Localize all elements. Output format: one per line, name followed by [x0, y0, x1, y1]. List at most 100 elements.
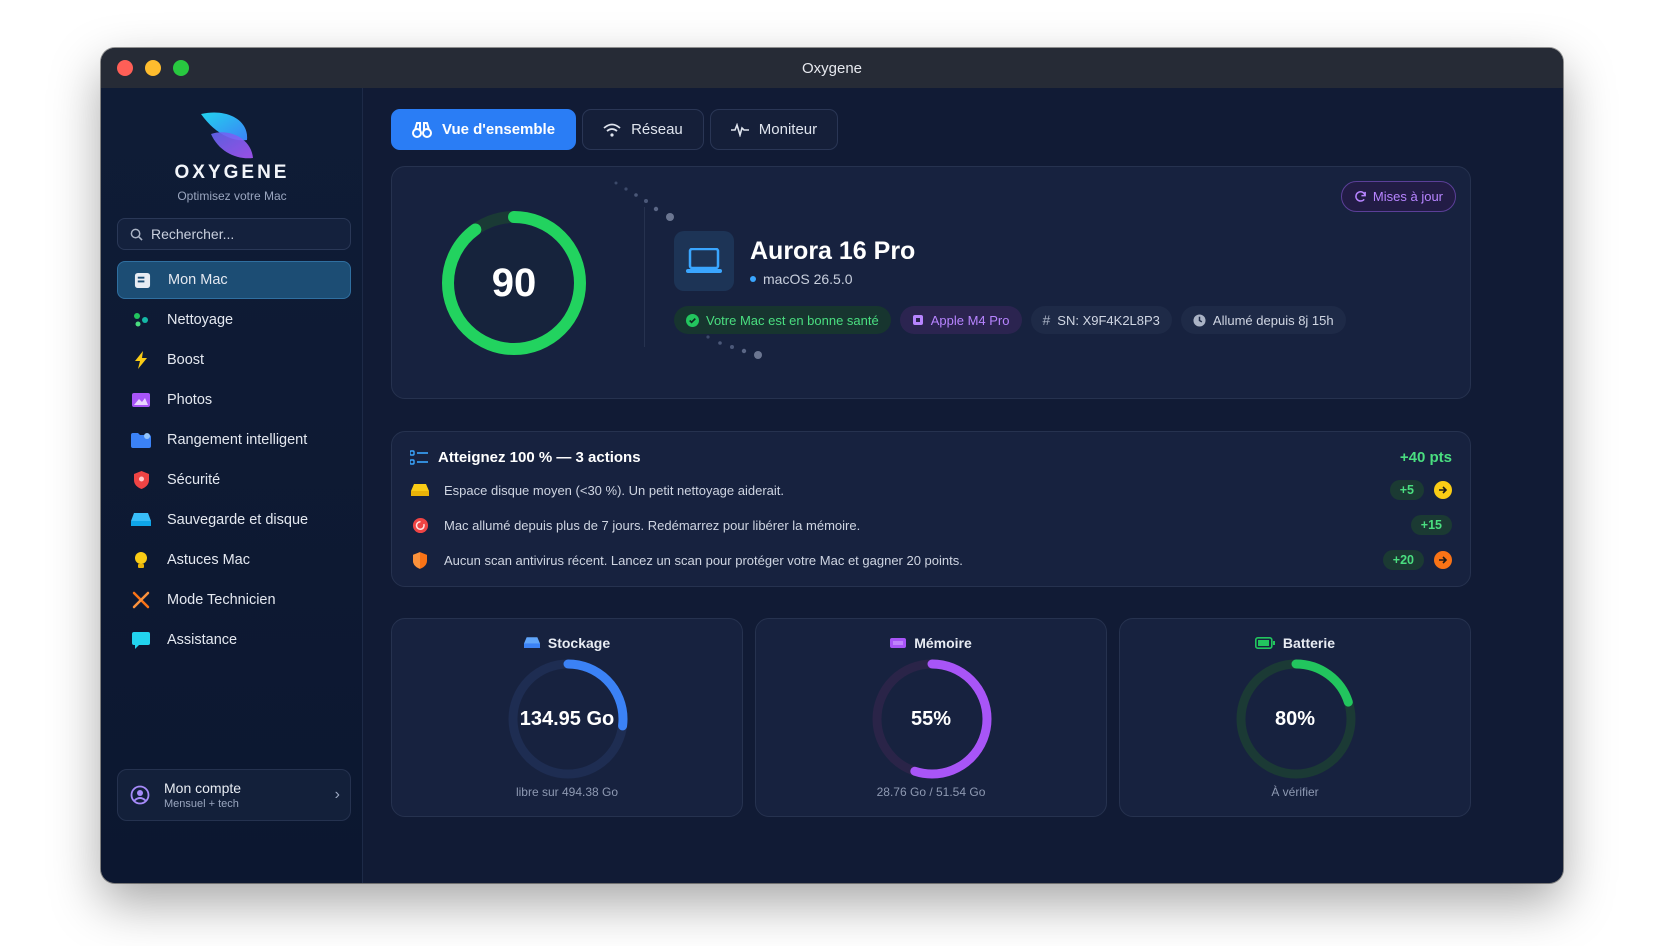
sidebar-item-label: Boost [167, 352, 205, 368]
serial-badge-label: SN: X9F4K2L8P3 [1057, 312, 1160, 328]
device-os: macOS 26.5.0 [750, 271, 853, 287]
account-name: Mon compte [164, 780, 242, 796]
search-input[interactable]: Rechercher... [117, 218, 351, 250]
storage-value: 134.95 Go [519, 707, 615, 730]
memory-subtext: 28.76 Go / 51.54 Go [876, 785, 986, 799]
action-points: +15 [1410, 515, 1452, 535]
arrow-right-icon[interactable] [1434, 481, 1452, 499]
disk-icon [131, 510, 151, 530]
uptime-badge: Allumé depuis 8j 15h [1180, 306, 1346, 334]
restart-icon [410, 517, 430, 534]
chip-badge-label: Apple M4 Pro [930, 312, 1010, 328]
sparkle-icon [131, 310, 151, 330]
sidebar-item-photos[interactable]: Photos [117, 381, 351, 419]
shield-icon [410, 551, 430, 569]
laptop-icon [674, 231, 734, 291]
device-badges: Votre Mac est en bonne santé Apple M4 Pr… [674, 306, 1346, 334]
sidebar-item-mon-mac[interactable]: Mon Mac [117, 261, 351, 299]
sidebar-item-label: Assistance [167, 632, 238, 648]
hash-icon: # [1042, 312, 1051, 328]
actions-card: Atteignez 100 % — 3 actions +40 pts Espa… [391, 431, 1471, 587]
account-button[interactable]: Mon compte Mensuel + tech › [117, 769, 351, 821]
traffic-lights [117, 60, 189, 76]
check-circle-icon [686, 313, 699, 327]
sidebar-item-label: Rangement intelligent [167, 432, 308, 448]
tab-bar: Vue d'ensemble Réseau Moniteur [391, 109, 839, 150]
divider [644, 207, 645, 347]
memory-value: 55% [910, 707, 952, 730]
main-content: Vue d'ensemble Réseau Moniteur 90 Aurora… [363, 88, 1563, 883]
storage-card[interactable]: Stockage 134.95 Go libre sur 494.38 Go [391, 618, 743, 817]
brand-name: OXYGENE [174, 162, 290, 183]
arrow-right-icon[interactable] [1434, 551, 1452, 569]
battery-card[interactable]: Batterie 80% À vérifier [1119, 618, 1471, 817]
checklist-icon [410, 450, 428, 465]
chat-icon [131, 630, 151, 650]
actions-total-points: +40 pts [1399, 449, 1452, 466]
action-row-disk[interactable]: Espace disque moyen (<30 %). Un petit ne… [410, 476, 1452, 504]
action-points: +20 [1382, 550, 1424, 570]
memory-title: Mémoire [756, 635, 1106, 651]
minimize-window-button[interactable] [145, 60, 161, 76]
action-text: Mac allumé depuis plus de 7 jours. Redém… [444, 517, 861, 533]
pulse-icon [730, 122, 749, 137]
close-window-button[interactable] [117, 60, 133, 76]
account-plan: Mensuel + tech [164, 798, 239, 810]
account-icon [130, 785, 150, 805]
action-row-restart[interactable]: Mac allumé depuis plus de 7 jours. Redém… [410, 511, 1452, 539]
sidebar-nav: Mon Mac Nettoyage Boost Photos Rangement… [117, 261, 351, 661]
decorative-dots [614, 181, 674, 221]
sidebar-item-label: Sauvegarde et disque [167, 512, 309, 528]
actions-title: Atteignez 100 % — 3 actions [438, 449, 641, 466]
sidebar-item-technicien[interactable]: Mode Technicien [117, 581, 351, 619]
serial-badge: # SN: X9F4K2L8P3 [1030, 306, 1172, 334]
action-text: Aucun scan antivirus récent. Lancez un s… [444, 552, 963, 568]
tab-label: Réseau [631, 121, 683, 138]
search-icon [130, 228, 143, 241]
app-window: Oxygene OXYGENE Optimisez votre Mac Rech… [101, 48, 1563, 883]
tools-icon [131, 590, 151, 610]
sidebar-item-sauvegarde[interactable]: Sauvegarde et disque [117, 501, 351, 539]
zoom-window-button[interactable] [173, 60, 189, 76]
tab-label: Vue d'ensemble [442, 121, 556, 138]
chip-badge: Apple M4 Pro [899, 306, 1022, 334]
sidebar-item-label: Nettoyage [167, 312, 234, 328]
sidebar-item-boost[interactable]: Boost [117, 341, 351, 379]
sidebar-item-label: Photos [167, 392, 213, 408]
memory-title-label: Mémoire [914, 635, 972, 651]
sidebar-item-label: Mon Mac [168, 272, 228, 288]
memory-chip-icon [890, 638, 907, 648]
tab-moniteur[interactable]: Moniteur [709, 109, 839, 150]
os-version: macOS 26.5.0 [763, 271, 853, 287]
brand-tagline: Optimisez votre Mac [177, 189, 287, 203]
uptime-badge-label: Allumé depuis 8j 15h [1212, 312, 1334, 328]
memory-card[interactable]: Mémoire 55% 28.76 Go / 51.54 Go [755, 618, 1107, 817]
health-score-value: 90 [491, 260, 537, 305]
updates-button[interactable]: Mises à jour [1340, 181, 1456, 212]
tab-label: Moniteur [758, 121, 818, 138]
tab-vue-ensemble[interactable]: Vue d'ensemble [391, 109, 577, 150]
bulb-icon [131, 550, 151, 570]
sidebar-item-assistance[interactable]: Assistance [117, 621, 351, 659]
sidebar-item-label: Sécurité [167, 472, 221, 488]
battery-title: Batterie [1120, 635, 1470, 651]
disk-icon [523, 637, 540, 648]
sidebar-item-rangement[interactable]: Rangement intelligent [117, 421, 351, 459]
shield-icon [131, 470, 151, 490]
clock-icon [1193, 313, 1206, 327]
folder-icon [131, 430, 151, 450]
window-title: Oxygene [801, 59, 863, 77]
sidebar-item-nettoyage[interactable]: Nettoyage [117, 301, 351, 339]
chip-icon [912, 315, 923, 325]
wifi-icon [603, 123, 621, 137]
action-row-antivirus[interactable]: Aucun scan antivirus récent. Lancez un s… [410, 546, 1452, 574]
disk-icon [410, 483, 430, 497]
sidebar-item-securite[interactable]: Sécurité [117, 461, 351, 499]
photo-icon [131, 390, 151, 410]
sidebar: OXYGENE Optimisez votre Mac Rechercher..… [101, 88, 363, 883]
tab-reseau[interactable]: Réseau [582, 109, 704, 150]
sidebar-item-label: Mode Technicien [167, 592, 276, 608]
sidebar-item-astuces[interactable]: Astuces Mac [117, 541, 351, 579]
chevron-right-icon: › [334, 786, 340, 803]
battery-subtext: À vérifier [1271, 785, 1319, 799]
